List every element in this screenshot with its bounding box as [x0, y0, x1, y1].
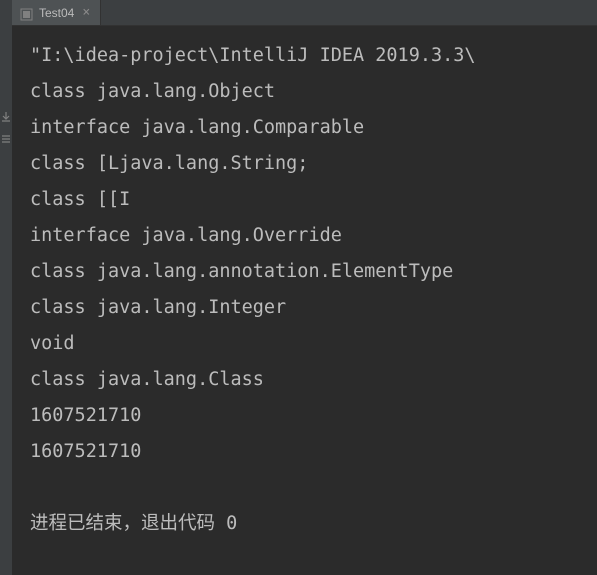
- console-line: class [Ljava.lang.String;: [30, 146, 587, 182]
- console-line: class java.lang.Class: [30, 362, 587, 398]
- tab-test04[interactable]: Test04 ×: [12, 0, 101, 25]
- gutter: [0, 0, 12, 575]
- console-line: class java.lang.Object: [30, 74, 587, 110]
- close-icon[interactable]: ×: [80, 6, 92, 19]
- console-line: 进程已结束，退出代码 0: [30, 506, 587, 542]
- tab-bar: Test04 ×: [12, 0, 597, 26]
- console-line: class java.lang.Integer: [30, 290, 587, 326]
- list-icon[interactable]: [1, 134, 11, 144]
- console-line: 1607521710: [30, 434, 587, 470]
- tab-label: Test04: [39, 6, 74, 20]
- console-line: interface java.lang.Override: [30, 218, 587, 254]
- console-line: class java.lang.annotation.ElementType: [30, 254, 587, 290]
- run-config-icon: [20, 6, 33, 19]
- console-line: [30, 470, 587, 506]
- console-line: 1607521710: [30, 398, 587, 434]
- console-line: class [[I: [30, 182, 587, 218]
- download-icon[interactable]: [1, 112, 11, 122]
- console-line: void: [30, 326, 587, 362]
- console-line: "I:\idea-project\IntelliJ IDEA 2019.3.3\: [30, 38, 587, 74]
- main-area: Test04 × "I:\idea-project\IntelliJ IDEA …: [12, 0, 597, 575]
- console-output[interactable]: "I:\idea-project\IntelliJ IDEA 2019.3.3\…: [12, 26, 597, 575]
- console-line: interface java.lang.Comparable: [30, 110, 587, 146]
